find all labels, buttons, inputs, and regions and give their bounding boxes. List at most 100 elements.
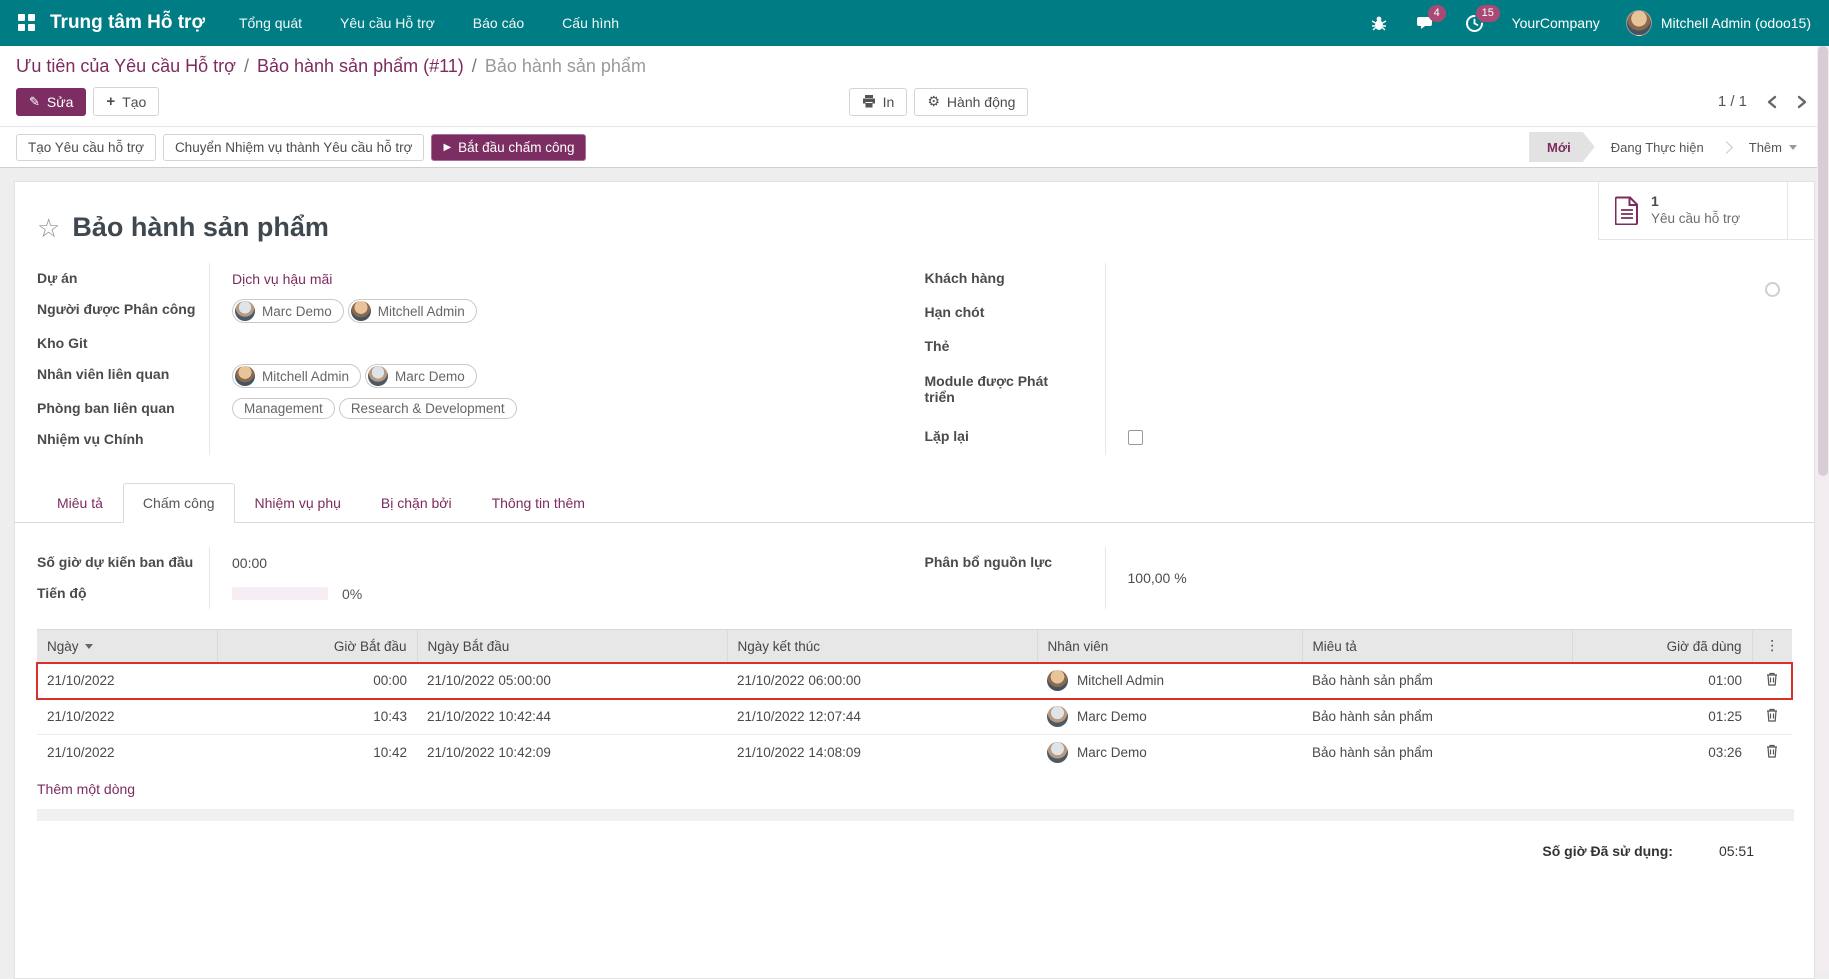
edit-button[interactable]: ✎ Sửa: [16, 88, 86, 116]
tab-timesheets[interactable]: Chấm công: [123, 483, 235, 523]
create-ticket-button[interactable]: Tạo Yêu cầu hỗ trợ: [16, 134, 156, 161]
planned-hours-value: 00:00: [209, 547, 913, 578]
module-value[interactable]: [1105, 366, 1789, 421]
department-tag[interactable]: Management: [232, 398, 335, 419]
field-label-related-employees: Nhân viên liên quan: [37, 359, 209, 393]
tags-value[interactable]: [1105, 331, 1789, 365]
column-employee[interactable]: Nhân viên: [1037, 630, 1302, 663]
optional-columns-icon[interactable]: ⋮: [1765, 638, 1779, 654]
vertical-scrollbar[interactable]: [1817, 46, 1829, 972]
stage-more-dropdown[interactable]: Thêm: [1733, 132, 1813, 162]
department-tag[interactable]: Research & Development: [339, 398, 517, 419]
table-header-row: Ngày Giờ Bắt đầu Ngày Bắt đầu Ngày kết t…: [37, 630, 1792, 663]
breadcrumb-current: Bảo hành sản phẩm: [485, 56, 646, 77]
breadcrumb-root[interactable]: Ưu tiên của Yêu cầu Hỗ trợ: [16, 56, 236, 77]
sort-desc-icon: [85, 644, 93, 649]
pager-next-icon[interactable]: [1797, 95, 1807, 109]
form-view: 1 Yêu cầu hỗ trợ ☆ Bảo hành sản phẩm Dự …: [0, 168, 1829, 979]
scrollbar-thumb[interactable]: [1818, 46, 1828, 476]
action-button[interactable]: ⚙ Hành động: [914, 88, 1028, 116]
tab-description[interactable]: Miêu tả: [37, 483, 123, 523]
form-sheet: 1 Yêu cầu hỗ trợ ☆ Bảo hành sản phẩm Dự …: [14, 181, 1815, 979]
print-button[interactable]: In: [849, 88, 908, 116]
column-start-date[interactable]: Ngày Bắt đầu: [417, 630, 727, 663]
field-label-deadline: Hạn chót: [925, 297, 1105, 331]
user-name: Mitchell Admin (odoo15): [1661, 15, 1811, 31]
field-label-tags: Thẻ: [925, 331, 1105, 365]
breadcrumb-separator: /: [472, 56, 477, 77]
parent-task-value[interactable]: [209, 424, 913, 455]
menu-configuration[interactable]: Cấu hình: [562, 15, 619, 31]
top-navbar: Trung tâm Hỗ trợ Tổng quát Yêu cầu Hỗ tr…: [0, 0, 1829, 46]
stage-separator-icon: [1720, 141, 1733, 154]
tab-blocked-by[interactable]: Bị chặn bởi: [361, 483, 472, 523]
employee-tag[interactable]: Marc Demo: [365, 364, 477, 388]
menu-tickets[interactable]: Yêu cầu Hỗ trợ: [340, 15, 435, 31]
timesheet-row[interactable]: 21/10/2022 10:43 21/10/2022 10:42:44 21/…: [37, 699, 1792, 735]
favorite-star-icon[interactable]: ☆: [37, 215, 60, 241]
field-label-project: Dự án: [37, 263, 209, 294]
notebook-tabs: Miêu tả Chấm công Nhiệm vụ phụ Bị chặn b…: [15, 483, 1814, 523]
deadline-value[interactable]: [1105, 297, 1789, 331]
company-switcher[interactable]: YourCompany: [1512, 15, 1600, 31]
timesheet-row[interactable]: 21/10/2022 00:00 21/10/2022 05:00:00 21/…: [37, 663, 1792, 699]
timesheet-row[interactable]: 21/10/2022 10:42 21/10/2022 10:42:09 21/…: [37, 735, 1792, 771]
total-value: 05:51: [1719, 843, 1754, 859]
column-end-date[interactable]: Ngày kết thúc: [727, 630, 1037, 663]
chevron-down-icon: [1789, 145, 1797, 150]
menu-overview[interactable]: Tổng quát: [239, 15, 302, 31]
stage-in-progress[interactable]: Đang Thực hiện: [1595, 132, 1720, 162]
pager-previous-icon[interactable]: [1767, 95, 1777, 109]
messages-badge: 4: [1428, 5, 1446, 22]
control-panel: Ưu tiên của Yêu cầu Hỗ trợ / Bảo hành sả…: [0, 46, 1829, 126]
project-link[interactable]: Dịch vụ hậu mãi: [232, 271, 332, 287]
breadcrumb-parent[interactable]: Bảo hành sản phẩm (#11): [257, 56, 464, 77]
create-button[interactable]: + Tạo: [93, 87, 159, 116]
employee-tag[interactable]: Mitchell Admin: [232, 364, 361, 388]
employee-avatar: [1047, 670, 1068, 691]
delete-row-icon[interactable]: [1766, 672, 1778, 686]
field-label-customer: Khách hàng: [925, 263, 1105, 297]
timesheets-tab-content: Số giờ dự kiến ban đầu 00:00 Tiến độ 0% …: [15, 523, 1814, 609]
document-icon: [1615, 196, 1639, 225]
app-brand[interactable]: Trung tâm Hỗ trợ: [50, 12, 205, 34]
column-duration[interactable]: Giờ đã dùng: [1572, 630, 1752, 663]
git-repo-value[interactable]: [209, 328, 913, 359]
allocation-group: Phân bổ nguồn lực 100,00 %: [913, 547, 1789, 609]
recurrent-checkbox[interactable]: [1128, 430, 1143, 445]
field-label-module: Module được Phát triển: [925, 366, 1075, 421]
convert-task-button[interactable]: Chuyển Nhiệm vụ thành Yêu cầu hỗ trợ: [163, 134, 425, 161]
tab-extra-info[interactable]: Thông tin thêm: [472, 483, 605, 523]
assignee-tag[interactable]: Marc Demo: [232, 299, 344, 323]
column-description[interactable]: Miêu tả: [1302, 630, 1572, 663]
activities-badge: 15: [1476, 5, 1500, 22]
user-menu[interactable]: Mitchell Admin (odoo15): [1626, 10, 1811, 36]
debug-bug-icon[interactable]: [1368, 12, 1390, 34]
allocation-value: 100,00 %: [1105, 547, 1789, 609]
customer-value[interactable]: [1105, 263, 1789, 297]
right-field-group: Khách hàng Hạn chót Thẻ Module được Phát…: [913, 263, 1789, 455]
delete-row-icon[interactable]: [1766, 744, 1778, 758]
column-start-time[interactable]: Giờ Bắt đầu: [217, 630, 417, 663]
stat-label: Yêu cầu hỗ trợ: [1651, 211, 1740, 228]
play-icon: ▶: [443, 142, 451, 153]
kanban-state-icon[interactable]: [1765, 282, 1780, 297]
field-label-parent-task: Nhiệm vụ Chính: [37, 424, 209, 455]
messages-icon[interactable]: 4: [1416, 12, 1438, 34]
avatar: [351, 301, 371, 321]
avatar: [235, 366, 255, 386]
menu-reporting[interactable]: Báo cáo: [473, 15, 524, 31]
gear-icon: ⚙: [927, 94, 940, 110]
tickets-stat-button[interactable]: 1 Yêu cầu hỗ trợ: [1598, 182, 1788, 239]
avatar: [235, 301, 255, 321]
apps-menu-icon[interactable]: [18, 14, 36, 32]
start-timer-button[interactable]: ▶ Bắt đầu chấm công: [431, 134, 586, 161]
delete-row-icon[interactable]: [1766, 708, 1778, 722]
tab-subtasks[interactable]: Nhiệm vụ phụ: [235, 483, 361, 523]
stage-new[interactable]: Mới: [1529, 132, 1595, 162]
column-date[interactable]: Ngày: [37, 630, 217, 663]
statusbar: Tạo Yêu cầu hỗ trợ Chuyển Nhiệm vụ thành…: [0, 126, 1829, 168]
activities-clock-icon[interactable]: 15: [1464, 12, 1486, 34]
assignee-tag[interactable]: Mitchell Admin: [348, 299, 477, 323]
add-line-link[interactable]: Thêm một dòng: [15, 770, 135, 807]
